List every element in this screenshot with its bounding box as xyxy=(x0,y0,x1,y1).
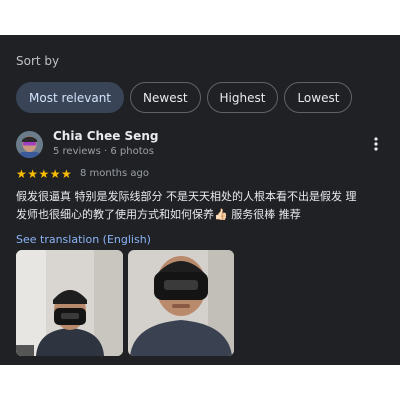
review-photo-1[interactable] xyxy=(16,250,123,356)
more-vert-icon[interactable] xyxy=(368,136,384,152)
reviewer-meta: 5 reviews · 6 photos xyxy=(53,146,154,157)
rating-stars: ★★★★★ xyxy=(16,167,73,181)
review-text-line-1: 假发很逼真 特别是发际线部分 不是天天相处的人根本看不出是假发 理 xyxy=(16,190,357,203)
reviews-panel: Sort by Most relevant Newest Highest Low… xyxy=(0,35,400,365)
reviewer-avatar[interactable] xyxy=(16,131,43,158)
sort-by-label: Sort by xyxy=(16,54,60,68)
review-text-line-2: 发师也很细心的教了使用方式和如何保养👍🏻 服务很棒 推荐 xyxy=(16,208,301,221)
review-text: 假发很逼真 特别是发际线部分 不是天天相处的人根本看不出是假发 理 发师也很细心… xyxy=(16,188,388,224)
review-photo-2[interactable] xyxy=(128,250,234,356)
reviewer-name[interactable]: Chia Chee Seng xyxy=(53,129,158,143)
sort-chip-most-relevant[interactable]: Most relevant xyxy=(16,82,125,113)
sort-chip-highest[interactable]: Highest xyxy=(206,82,279,113)
sort-chip-group: Most relevant Newest Highest Lowest xyxy=(16,82,353,113)
see-translation-link[interactable]: See translation (English) xyxy=(16,233,151,246)
sort-chip-lowest[interactable]: Lowest xyxy=(284,82,353,113)
review-time: 8 months ago xyxy=(80,168,149,179)
sort-chip-newest[interactable]: Newest xyxy=(130,82,201,113)
